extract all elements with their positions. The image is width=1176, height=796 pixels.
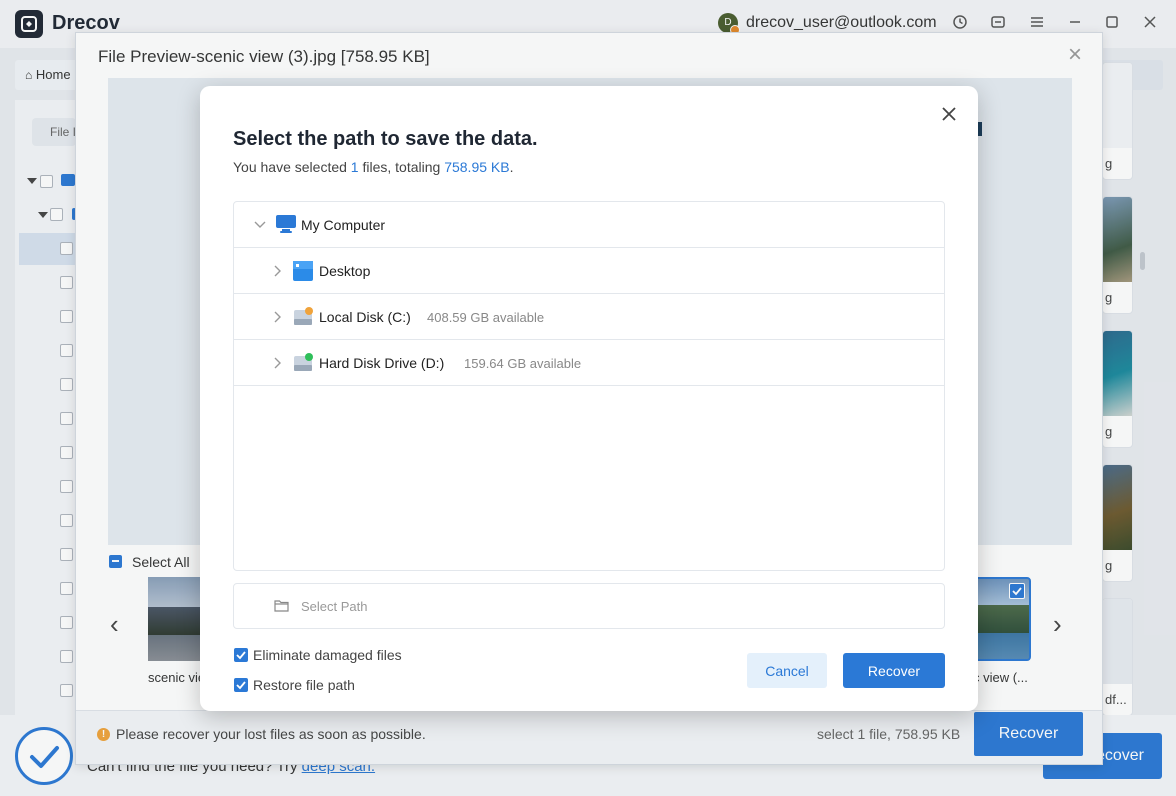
tree-label-local-disk-c: Local Disk (C:) [319, 309, 411, 325]
restore-path-label[interactable]: Restore file path [253, 677, 355, 693]
select-path-field[interactable]: Select Path [233, 583, 945, 629]
recover-button[interactable]: Recover [843, 653, 945, 688]
save-location-tree: My Computer Desktop Local Disk (C:) 408.… [233, 201, 945, 571]
chevron-right-icon[interactable] [270, 263, 286, 279]
tree-row-hard-disk-d[interactable]: Hard Disk Drive (D:) 159.64 GB available [234, 340, 944, 386]
select-path-placeholder: Select Path [301, 599, 368, 614]
save-path-dialog: Select the path to save the data. You ha… [200, 86, 978, 711]
dialog-subtitle: You have selected 1 files, totaling 758.… [233, 159, 513, 175]
eliminate-damaged-label[interactable]: Eliminate damaged files [253, 647, 402, 663]
desktop-icon [293, 261, 313, 281]
computer-icon [276, 215, 296, 233]
tree-row-desktop[interactable]: Desktop [234, 248, 944, 294]
cancel-button[interactable]: Cancel [747, 653, 827, 688]
tree-label-hard-disk-d: Hard Disk Drive (D:) [319, 355, 445, 371]
disk-drive-icon [294, 353, 313, 371]
selected-total-size: 758.95 KB [444, 159, 510, 175]
dialog-title: Select the path to save the data. [233, 128, 538, 150]
disk-drive-icon [294, 307, 313, 325]
subtitle-prefix: You have selected [233, 159, 351, 175]
disk-d-available: 159.64 GB available [464, 356, 582, 371]
chevron-right-icon[interactable] [270, 309, 286, 325]
tree-label-my-computer: My Computer [301, 217, 386, 233]
tree-row-local-disk-c[interactable]: Local Disk (C:) 408.59 GB available [234, 294, 944, 340]
dialog-close-icon[interactable] [939, 104, 959, 124]
tree-label-desktop: Desktop [319, 263, 371, 279]
folder-icon [274, 600, 289, 612]
selected-file-count: 1 [350, 159, 359, 175]
subtitle-suffix: . [509, 159, 514, 175]
chevron-down-icon[interactable] [252, 217, 268, 233]
restore-path-checkbox[interactable] [234, 678, 248, 692]
chevron-right-icon[interactable] [270, 355, 286, 371]
subtitle-mid: files, totaling [358, 159, 445, 175]
disk-c-available: 408.59 GB available [427, 310, 545, 325]
eliminate-damaged-checkbox[interactable] [234, 648, 248, 662]
tree-row-my-computer[interactable]: My Computer [234, 202, 944, 248]
